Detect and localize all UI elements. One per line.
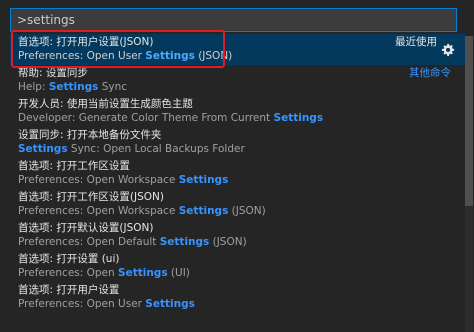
match-highlight: Settings	[273, 112, 324, 124]
command-search-box[interactable]	[10, 8, 457, 32]
command-item-open-user-settings-json[interactable]: 首选项: 打开用户设置(JSON) Preferences: Open User…	[10, 34, 465, 65]
command-detail-suffix: (JSON)	[209, 236, 247, 248]
command-detail: Help: Settings Sync	[18, 81, 127, 94]
command-palette: 首选项: 打开用户设置(JSON) Preferences: Open User…	[0, 0, 474, 332]
match-highlight: Settings	[118, 267, 168, 279]
command-detail: Preferences: Open Workspace Settings	[18, 174, 228, 187]
match-highlight: Settings	[178, 174, 229, 186]
command-detail-text: Preferences: Open User	[18, 50, 146, 62]
gear-icon[interactable]	[441, 43, 455, 57]
command-label: 设置同步: 打开本地备份文件夹	[18, 129, 162, 141]
command-label: 首选项: 打开工作区设置(JSON)	[18, 191, 164, 203]
command-detail-suffix: (JSON)	[194, 50, 233, 62]
scrollbar-thumb[interactable]	[465, 36, 473, 206]
command-item-open-local-backups[interactable]: 设置同步: 打开本地备份文件夹 Settings Sync: Open Loca…	[10, 127, 465, 158]
command-detail-suffix: (JSON)	[228, 205, 266, 217]
command-list: 首选项: 打开用户设置(JSON) Preferences: Open User…	[10, 34, 465, 332]
command-detail-suffix: Sync	[98, 81, 128, 93]
command-detail: Settings Sync: Open Local Backups Folder	[18, 143, 245, 156]
other-commands-label: 其他命令	[409, 67, 451, 79]
command-detail-text: Preferences: Open User	[18, 298, 146, 310]
command-label: 帮助: 设置同步	[18, 67, 88, 79]
command-item-generate-color-theme[interactable]: 开发人员: 使用当前设置生成颜色主题 Developer: Generate C…	[10, 96, 465, 127]
command-detail: Preferences: Open Workspace Settings (JS…	[18, 205, 266, 218]
command-label: 首选项: 打开用户设置(JSON)	[18, 36, 154, 48]
match-highlight: Settings	[145, 298, 195, 310]
match-highlight: Settings	[145, 50, 195, 62]
command-detail: Developer: Generate Color Theme From Cur…	[18, 112, 323, 125]
command-label: 首选项: 打开用户设置	[18, 284, 120, 296]
command-detail: Preferences: Open Default Settings (JSON…	[18, 236, 247, 249]
match-highlight: Settings	[178, 205, 229, 217]
command-detail-text: Preferences: Open Default	[18, 236, 160, 248]
command-detail-suffix: Sync: Open Local Backups Folder	[67, 143, 245, 155]
match-highlight: Settings	[18, 143, 68, 155]
command-search-input[interactable]	[11, 9, 456, 31]
command-detail-suffix: (UI)	[167, 267, 190, 279]
recently-used-label: 最近使用	[395, 36, 437, 48]
list-scrollbar[interactable]	[465, 36, 473, 332]
command-detail-text: Preferences: Open Workspace	[18, 174, 179, 186]
match-highlight: Settings	[159, 236, 210, 248]
command-detail-text: Developer: Generate Color Theme From Cur…	[18, 112, 274, 124]
command-detail: Preferences: Open User Settings	[18, 298, 195, 311]
command-label: 首选项: 打开默认设置(JSON)	[18, 222, 154, 234]
command-detail-text: Preferences: Open Workspace	[18, 205, 179, 217]
match-highlight: Settings	[48, 81, 99, 93]
command-item-open-workspace-settings[interactable]: 首选项: 打开工作区设置 Preferences: Open Workspace…	[10, 158, 465, 189]
command-item-open-settings-ui[interactable]: 首选项: 打开设置 (ui) Preferences: Open Setting…	[10, 251, 465, 282]
command-item-open-default-settings-json[interactable]: 首选项: 打开默认设置(JSON) Preferences: Open Defa…	[10, 220, 465, 251]
command-detail: Preferences: Open User Settings (JSON)	[18, 50, 232, 63]
command-label: 开发人员: 使用当前设置生成颜色主题	[18, 98, 193, 110]
command-detail: Preferences: Open Settings (UI)	[18, 267, 190, 280]
command-item-open-user-settings[interactable]: 首选项: 打开用户设置 Preferences: Open User Setti…	[10, 282, 465, 313]
command-item-help-settings-sync[interactable]: 帮助: 设置同步 Help: Settings Sync 其他命令	[10, 65, 465, 96]
command-detail-text: Help:	[18, 81, 49, 93]
command-detail-text: Preferences: Open	[18, 267, 119, 279]
command-item-open-workspace-settings-json[interactable]: 首选项: 打开工作区设置(JSON) Preferences: Open Wor…	[10, 189, 465, 220]
command-label: 首选项: 打开设置 (ui)	[18, 253, 120, 265]
command-label: 首选项: 打开工作区设置	[18, 160, 130, 172]
